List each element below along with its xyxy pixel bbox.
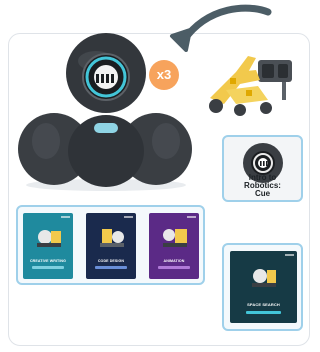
robot-art-icon: [100, 229, 124, 247]
book-title: CREATIVE WRITING: [29, 259, 67, 263]
book-creative-writing: CREATIVE WRITING: [23, 213, 73, 279]
robot-art-icon: [163, 229, 187, 247]
robot-art-icon: [252, 269, 276, 287]
activity-books-group: CREATIVE WRITING CODE DESIGN ANIMATION: [16, 205, 205, 285]
robotics-kit-image: [209, 56, 292, 116]
book-title: SPACE SEARCH: [247, 302, 280, 307]
book-title: CODE DESIGN: [97, 259, 125, 263]
book-code-design: CODE DESIGN: [86, 213, 136, 279]
activity-book-single-card: SPACE SEARCH: [222, 243, 303, 331]
cue-robot-image: [18, 33, 192, 191]
book-title: ANIMATION: [163, 259, 185, 263]
book-animation: ANIMATION: [149, 213, 199, 279]
intro-to-robotics-cue-card: Intro to Robotics: Cue: [222, 135, 303, 202]
robot-art-icon: [37, 230, 61, 247]
intro-card-title: Intro to Robotics: Cue: [244, 173, 281, 198]
book-space-search: SPACE SEARCH: [230, 251, 297, 323]
